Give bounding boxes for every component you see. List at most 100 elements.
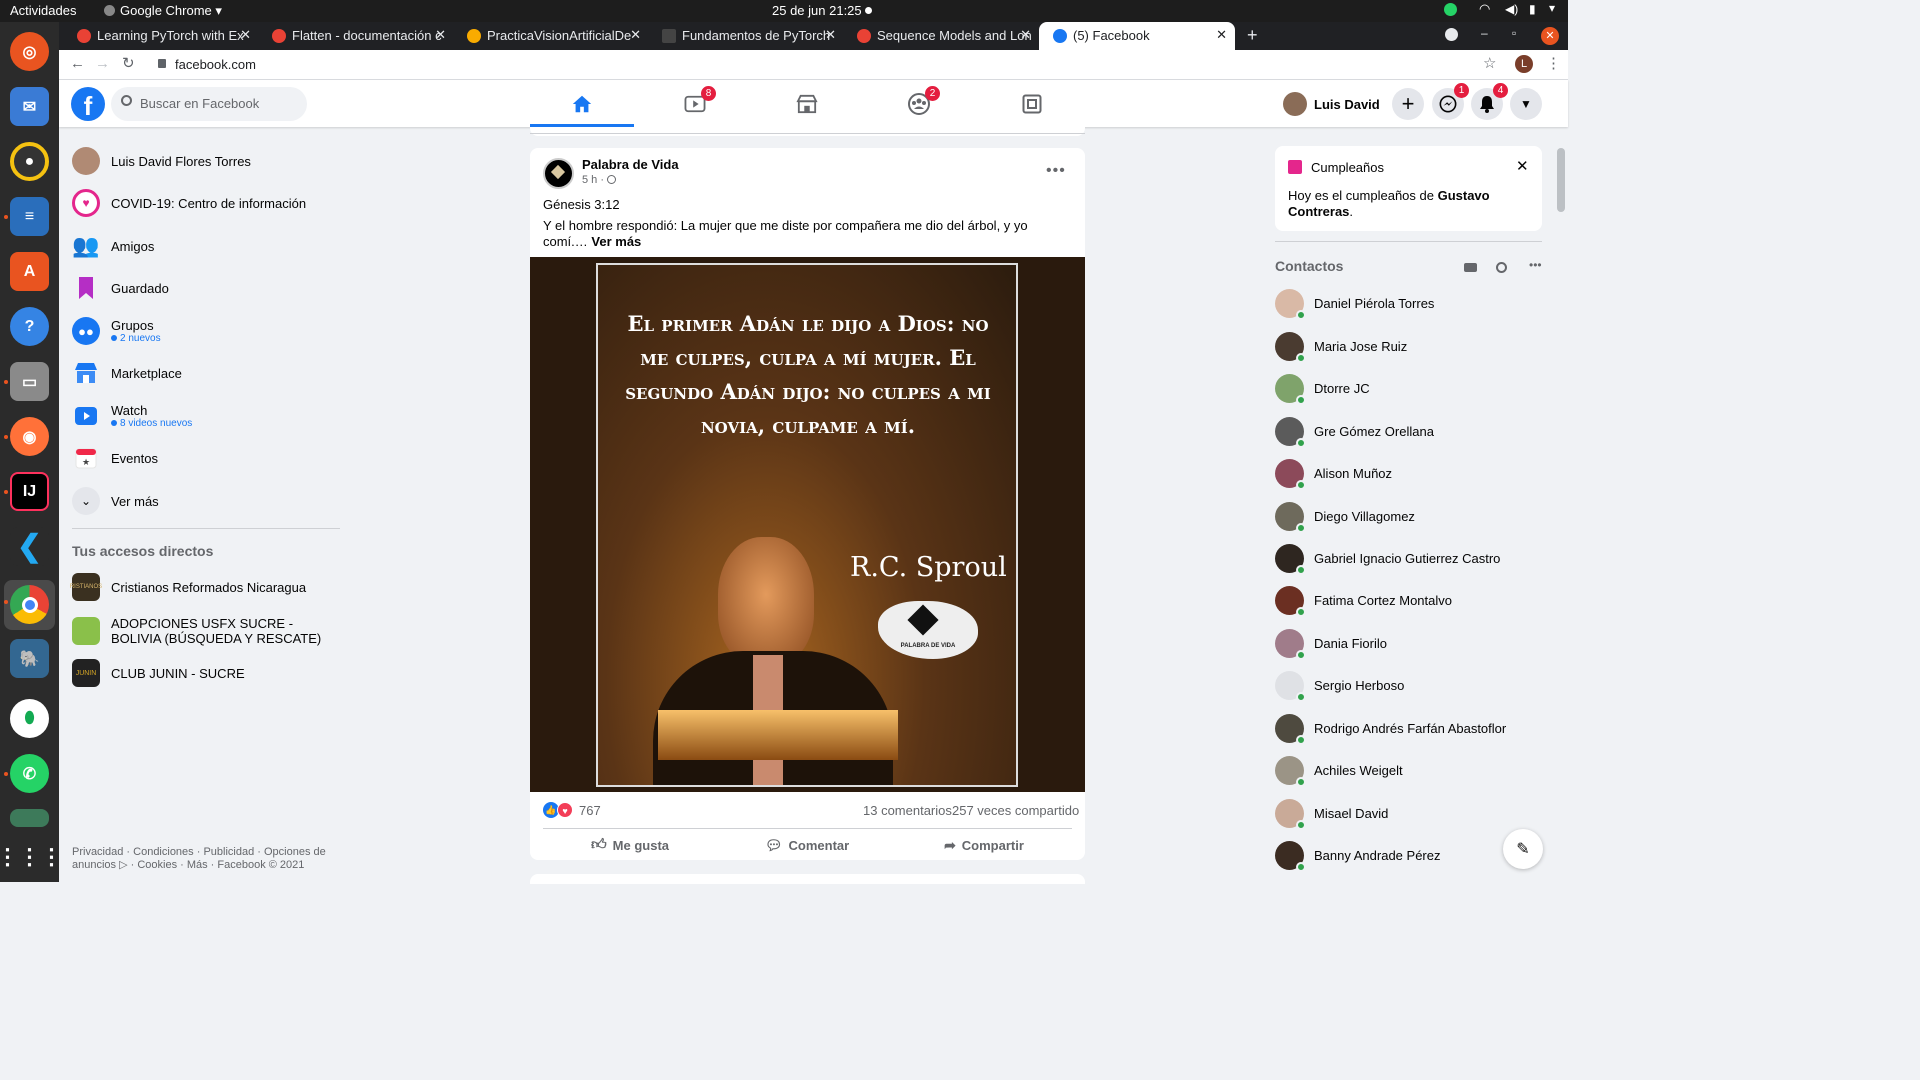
close-tab-icon[interactable]: ✕ xyxy=(240,27,251,43)
thunderbird-icon[interactable]: ✉ xyxy=(10,87,49,126)
reload-icon[interactable]: ↻ xyxy=(122,54,135,72)
chrome-dock-icon[interactable] xyxy=(10,585,49,624)
sidebar-item-events[interactable]: ★ Eventos xyxy=(72,438,342,478)
browser-tab[interactable]: PracticaVisionArtificialDe ✕ xyxy=(453,22,649,50)
birthday-text[interactable]: Hoy es el cumpleaños de Gustavo Contrera… xyxy=(1288,188,1523,220)
messenger-button[interactable]: 1 xyxy=(1432,83,1469,120)
footer-links[interactable]: Privacidad · Condiciones · Publicidad · … xyxy=(72,846,332,872)
share-button[interactable]: ➦ Compartir xyxy=(897,831,1071,859)
nav-gaming[interactable] xyxy=(976,80,1088,127)
account-menu-button[interactable]: ▼ xyxy=(1510,88,1542,120)
volume-icon[interactable]: ◀) xyxy=(1505,2,1518,16)
address-bar[interactable]: facebook.com xyxy=(175,57,256,72)
close-tab-icon[interactable]: ✕ xyxy=(1216,27,1227,43)
sidebar-item-watch[interactable]: Watch 8 videos nuevos xyxy=(72,396,342,436)
profile-avatar[interactable]: L xyxy=(1515,55,1533,73)
close-tab-icon[interactable]: ✕ xyxy=(630,27,641,43)
shortcut-item[interactable]: RISTIANOS Cristianos Reformados Nicaragu… xyxy=(70,567,342,607)
forward-icon[interactable]: → xyxy=(95,55,110,72)
post-author[interactable]: Palabra de Vida xyxy=(582,157,679,172)
contact-item[interactable]: Dania Fiorilo xyxy=(1275,625,1545,661)
close-tab-icon[interactable]: ✕ xyxy=(1020,27,1031,43)
contact-item[interactable]: Rodrigo Andrés Farfán Abastoflor xyxy=(1275,710,1545,746)
video-call-icon[interactable] xyxy=(1464,263,1477,272)
new-tab-icon[interactable]: + xyxy=(1247,25,1258,46)
like-button[interactable]: 👍︎ Me gusta xyxy=(543,831,717,859)
rhythmbox-icon[interactable]: ● xyxy=(10,142,49,181)
contact-item[interactable]: Gre Gómez Orellana xyxy=(1275,413,1545,449)
page-avatar[interactable] xyxy=(543,158,574,189)
wifi-icon[interactable]: ◠ xyxy=(1479,1,1490,17)
show-applications-icon[interactable]: ⋮⋮⋮ xyxy=(0,837,63,876)
comment-count[interactable]: 13 comentarios xyxy=(863,803,952,818)
close-tab-icon[interactable]: ✕ xyxy=(825,27,836,43)
reaction-summary[interactable]: 👍 ♥ 767 xyxy=(543,802,601,818)
post-options-icon[interactable]: ••• xyxy=(1046,162,1066,180)
chrome-menu-icon[interactable]: ⋮ xyxy=(1546,54,1561,72)
contact-item[interactable]: Sergio Herboso xyxy=(1275,667,1545,703)
close-icon[interactable]: ✕ xyxy=(1516,157,1529,175)
contact-item[interactable]: Misael David xyxy=(1275,795,1545,831)
search-input[interactable]: Buscar en Facebook xyxy=(111,87,307,121)
browser-tab[interactable]: Fundamentos de PyTorch ✕ xyxy=(648,22,844,50)
close-window-icon[interactable]: ✕ xyxy=(1541,27,1559,45)
search-contacts-icon[interactable] xyxy=(1496,262,1507,273)
sidebar-item-friends[interactable]: 👥 Amigos xyxy=(72,226,342,266)
nav-marketplace[interactable] xyxy=(751,80,863,127)
whatsapp-tray-icon[interactable] xyxy=(1444,3,1457,16)
app-menu[interactable]: Google Chrome ▾ xyxy=(104,3,222,19)
close-tab-icon[interactable]: ✕ xyxy=(435,27,446,43)
share-count[interactable]: 257 veces compartido xyxy=(952,803,1079,818)
bookmark-star-icon[interactable]: ☆ xyxy=(1483,54,1496,72)
files-icon[interactable]: ▭ xyxy=(10,362,49,401)
scrollbar-thumb[interactable] xyxy=(1557,148,1565,212)
firefox-icon[interactable]: ◉ xyxy=(10,417,49,456)
software-center-icon[interactable]: A xyxy=(10,252,49,291)
create-button[interactable]: + xyxy=(1392,88,1424,120)
clock[interactable]: 25 de jun 21:25 xyxy=(772,3,862,18)
browser-tab[interactable]: Sequence Models and Lon ✕ xyxy=(843,22,1039,50)
contact-item[interactable]: Maria Jose Ruiz xyxy=(1275,328,1545,364)
notifications-button[interactable]: 4 xyxy=(1471,83,1508,120)
sidebar-item-covid[interactable]: ♥ COVID-19: Centro de información xyxy=(72,183,342,223)
sidebar-item-groups[interactable]: ●● Grupos 2 nuevos xyxy=(72,311,342,351)
shortcut-item[interactable]: JUNIN CLUB JUNIN - SUCRE xyxy=(72,653,342,693)
contacts-options-icon[interactable]: ••• xyxy=(1529,258,1542,272)
new-message-button[interactable]: ✎ xyxy=(1503,829,1543,869)
browser-tab-active[interactable]: (5) Facebook ✕ xyxy=(1039,22,1235,50)
contact-item[interactable]: Achiles Weigelt xyxy=(1275,752,1545,788)
contact-item[interactable]: Diego Villagomez xyxy=(1275,498,1545,534)
contact-item[interactable]: Daniel Piérola Torres xyxy=(1275,285,1545,321)
contact-item[interactable]: Dtorre JC xyxy=(1275,370,1545,406)
help-icon[interactable]: ? xyxy=(10,307,49,346)
contact-item[interactable]: Alison Muñoz xyxy=(1275,455,1545,491)
nav-watch[interactable]: 8 xyxy=(639,80,751,127)
back-icon[interactable]: ← xyxy=(70,55,85,72)
post-time[interactable]: 5 h · xyxy=(582,174,604,186)
libreoffice-writer-icon[interactable]: ≡ xyxy=(10,197,49,236)
app-icon[interactable] xyxy=(10,809,49,827)
sidebar-see-more[interactable]: ⌄ Ver más xyxy=(72,481,342,521)
contact-item[interactable]: Fatima Cortez Montalvo xyxy=(1275,582,1545,618)
activities-button[interactable]: Actividades xyxy=(10,3,76,18)
comment-button[interactable]: 💬︎ Comentar xyxy=(720,831,894,859)
see-more-link[interactable]: Ver más xyxy=(591,234,641,249)
maximize-icon[interactable]: ▫ xyxy=(1512,26,1516,40)
browser-tab[interactable]: Learning PyTorch with Ex ✕ xyxy=(63,22,259,50)
browser-tab[interactable]: Flatten - documentación c ✕ xyxy=(258,22,454,50)
system-menu-icon[interactable]: ▾ xyxy=(1549,1,1555,15)
nav-home[interactable] xyxy=(526,80,638,127)
postgresql-icon[interactable]: 🐘 xyxy=(10,639,49,678)
sidebar-item-profile[interactable]: Luis David Flores Torres xyxy=(72,141,342,181)
ubuntu-logo-icon[interactable]: ◎ xyxy=(10,32,49,71)
vscode-icon[interactable]: ❮ xyxy=(10,527,49,566)
profile-button[interactable]: Luis David xyxy=(1283,88,1388,120)
sidebar-item-marketplace[interactable]: Marketplace xyxy=(72,353,342,393)
post-image[interactable]: El primer Adán le dijo a Dios: no me cul… xyxy=(530,257,1085,792)
shortcut-item[interactable]: ADOPCIONES USFX SUCRE - BOLIVIA (BÚSQUED… xyxy=(72,610,342,652)
facebook-logo-icon[interactable]: f xyxy=(71,87,105,121)
mongodb-compass-icon[interactable]: ⬮ xyxy=(10,699,49,738)
minimize-icon[interactable]: – xyxy=(1481,26,1488,40)
intellij-icon[interactable]: IJ xyxy=(10,472,49,511)
sidebar-item-saved[interactable]: Guardado xyxy=(72,268,342,308)
